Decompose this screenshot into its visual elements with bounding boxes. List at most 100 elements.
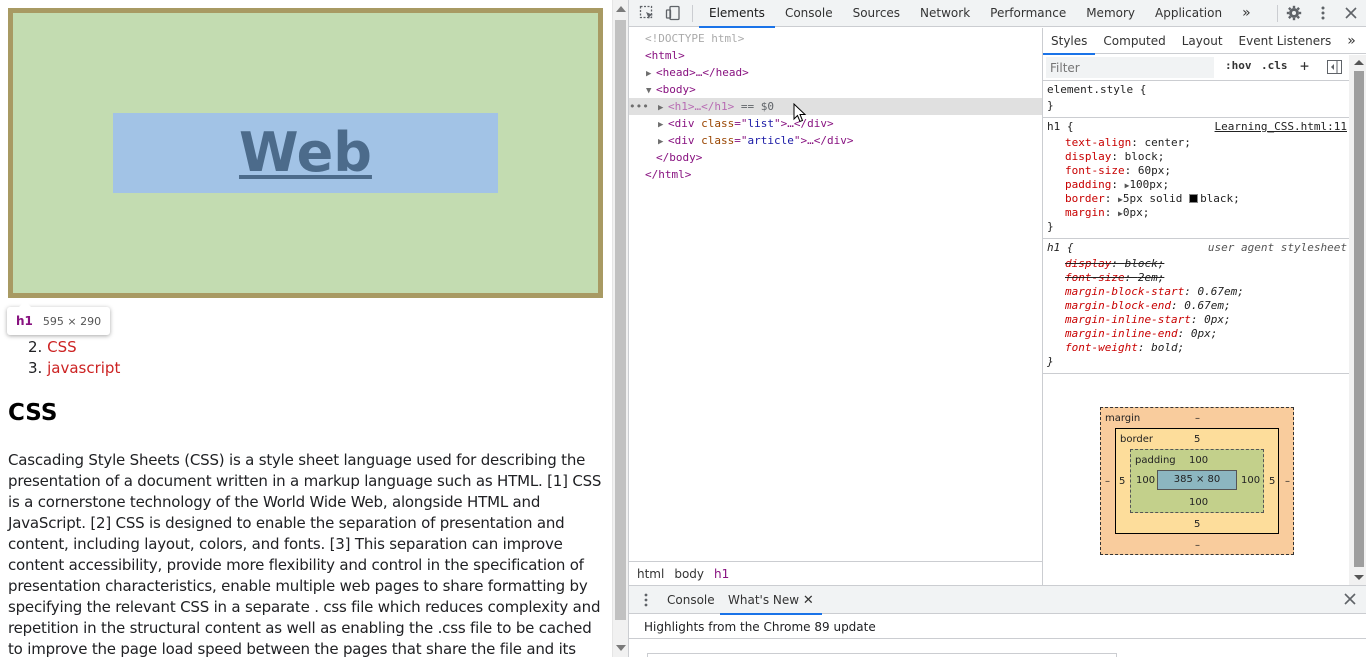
css-declaration[interactable]: padding: ▶100px;	[1065, 178, 1169, 192]
dom-node-div-article[interactable]: ▶ <div class="article">…</div>	[629, 132, 1042, 149]
drawer-menu-icon[interactable]	[641, 586, 651, 614]
rule-selector: h1 {	[1047, 241, 1074, 254]
tab-elements[interactable]: Elements	[699, 0, 775, 28]
scroll-down-arrow-icon[interactable]	[1354, 575, 1364, 580]
dom-node-body[interactable]: ▼ <body>	[629, 81, 1042, 98]
padding-left-value[interactable]: 100	[1136, 475, 1155, 487]
devtools-tabs: Elements Console Sources Network Perform…	[699, 0, 1261, 28]
drawer-tab-whats-new[interactable]: What's New ✕	[720, 586, 822, 615]
border-right-value[interactable]: 5	[1269, 476, 1275, 488]
property-name: display	[1065, 150, 1112, 163]
css-declaration[interactable]: margin: ▶0px;	[1065, 206, 1149, 220]
more-actions-dots[interactable]: •••	[629, 98, 649, 115]
scrollbar-thumb[interactable]	[1354, 71, 1364, 567]
toggle-sidebar-icon[interactable]	[1327, 60, 1342, 77]
breadcrumb-h1[interactable]: h1	[712, 567, 737, 581]
styles-scrollbar[interactable]	[1349, 55, 1366, 585]
user-agent-h1-rule[interactable]: h1 { user agent stylesheet display: bloc…	[1043, 240, 1349, 374]
scroll-up-arrow-icon[interactable]	[1354, 60, 1364, 65]
padding-right-value[interactable]: 100	[1241, 475, 1260, 487]
hov-toggle[interactable]: :hov	[1225, 59, 1252, 72]
list-item-link[interactable]: CSS	[47, 338, 77, 356]
dom-node-h1-selected[interactable]: ••• ▶ <h1>…</h1> == $0	[629, 98, 1042, 115]
element-style-rule[interactable]: element.style { }	[1043, 82, 1349, 118]
tab-network[interactable]: Network	[910, 0, 980, 27]
breadcrumb-html[interactable]: html	[635, 567, 672, 581]
margin-top-value[interactable]: –	[1195, 413, 1200, 425]
breadcrumb: html body h1	[629, 561, 1042, 585]
border-bottom-value[interactable]: 5	[1194, 519, 1200, 531]
device-toolbar-icon[interactable]	[665, 5, 681, 21]
margin-left-value[interactable]: –	[1105, 476, 1110, 488]
filter-input[interactable]	[1046, 57, 1214, 78]
close-drawer-icon[interactable]	[1343, 586, 1357, 614]
css-declaration[interactable]: text-align: center;	[1065, 136, 1191, 150]
dom-node-body-close[interactable]: </body>	[629, 149, 1042, 166]
inspect-element-icon[interactable]	[639, 5, 655, 21]
author-h1-rule[interactable]: h1 { Learning_CSS.html:11 text-align: ce…	[1043, 119, 1349, 239]
tab-performance[interactable]: Performance	[980, 0, 1076, 27]
breadcrumb-body[interactable]: body	[672, 567, 712, 581]
dom-node-html[interactable]: <html>	[629, 47, 1042, 64]
tab-sources[interactable]: Sources	[843, 0, 910, 27]
drawer-tab-console[interactable]: Console	[667, 586, 715, 614]
scroll-down-arrow-icon[interactable]	[616, 645, 626, 651]
margin-right-value[interactable]: –	[1285, 476, 1290, 488]
dom-doctype[interactable]: <!DOCTYPE html>	[629, 30, 1042, 47]
css-declaration[interactable]: font-size: 60px;	[1065, 164, 1171, 178]
tab-computed[interactable]: Computed	[1095, 28, 1173, 54]
tab-event-listeners[interactable]: Event Listeners	[1231, 28, 1340, 54]
css-declaration[interactable]: display: block;	[1065, 150, 1164, 164]
html-close-tag: </html>	[645, 168, 692, 181]
border-top-value[interactable]: 5	[1194, 434, 1200, 446]
margin-bottom-value[interactable]: –	[1195, 540, 1200, 552]
list-item-link[interactable]: javascript	[47, 359, 120, 377]
overridden-declaration[interactable]: display: block;	[1065, 257, 1164, 271]
box-model-border[interactable]: border 5 5 5 5 padding 100 100 100 100 3…	[1115, 428, 1279, 534]
property-name: font-weight	[1065, 341, 1138, 354]
new-rule-plus-icon[interactable]: +	[1300, 57, 1309, 75]
overridden-declaration[interactable]: font-size: 2em;	[1065, 271, 1164, 285]
tab-layout[interactable]: Layout	[1174, 28, 1231, 54]
tab-styles[interactable]: Styles	[1043, 28, 1096, 55]
kebab-menu-icon[interactable]	[1315, 5, 1331, 21]
css-declaration[interactable]: margin-block-end: 0.67em;	[1065, 299, 1231, 313]
dom-node-head[interactable]: ▶ <head>…</head>	[629, 64, 1042, 81]
gear-icon[interactable]	[1286, 5, 1302, 21]
css-declaration[interactable]: font-weight: bold;	[1065, 341, 1184, 355]
padding-bottom-value[interactable]: 100	[1189, 497, 1208, 509]
mouse-cursor-icon	[793, 103, 807, 123]
styles-filter-row: :hov .cls +	[1043, 55, 1349, 81]
property-value: bold;	[1151, 341, 1185, 354]
property-value: 0.67em;	[1184, 299, 1231, 312]
page-scrollbar[interactable]	[612, 0, 628, 657]
close-icon[interactable]	[1343, 5, 1359, 21]
box-model-padding[interactable]: padding 100 100 100 100 385 × 80	[1130, 449, 1264, 513]
more-tabs-button[interactable]: »	[1232, 0, 1261, 27]
color-swatch-icon[interactable]	[1189, 194, 1199, 203]
tab-console[interactable]: Console	[775, 0, 843, 27]
tab-application[interactable]: Application	[1145, 0, 1232, 27]
css-declaration[interactable]: border: ▶5px solid black;	[1065, 192, 1240, 206]
css-declaration[interactable]: margin-inline-end: 0px;	[1065, 327, 1217, 341]
tooltip-dimensions: 595 × 290	[42, 314, 102, 328]
border-left-value[interactable]: 5	[1119, 476, 1125, 488]
box-model-content[interactable]: 385 × 80	[1157, 470, 1237, 490]
rule-source-link[interactable]: Learning_CSS.html:11	[1215, 120, 1347, 134]
padding-top-value[interactable]: 100	[1189, 455, 1208, 467]
dom-node-html-close[interactable]: </html>	[629, 166, 1042, 183]
close-tab-icon[interactable]: ✕	[803, 593, 814, 608]
rule-close-brace: }	[1047, 355, 1054, 368]
css-declaration[interactable]: margin-block-start: 0.67em;	[1065, 285, 1244, 299]
box-model-margin[interactable]: margin – – – – border 5 5 5 5 padding 10…	[1100, 407, 1294, 555]
margin-label: margin	[1105, 413, 1141, 424]
css-declaration[interactable]: margin-inline-start: 0px;	[1065, 313, 1231, 327]
scrollbar-thumb[interactable]	[615, 20, 626, 620]
tab-memory[interactable]: Memory	[1076, 0, 1145, 27]
body-open-tag: <body>	[656, 83, 696, 96]
h1-element-highlight[interactable]: Web	[8, 8, 603, 298]
cls-toggle[interactable]: .cls	[1261, 59, 1288, 72]
more-sidebar-tabs-button[interactable]: »	[1339, 28, 1364, 54]
dom-node-div-list[interactable]: ▶ <div class="list">…</div>	[629, 115, 1042, 132]
scroll-up-arrow-icon[interactable]	[616, 6, 626, 12]
